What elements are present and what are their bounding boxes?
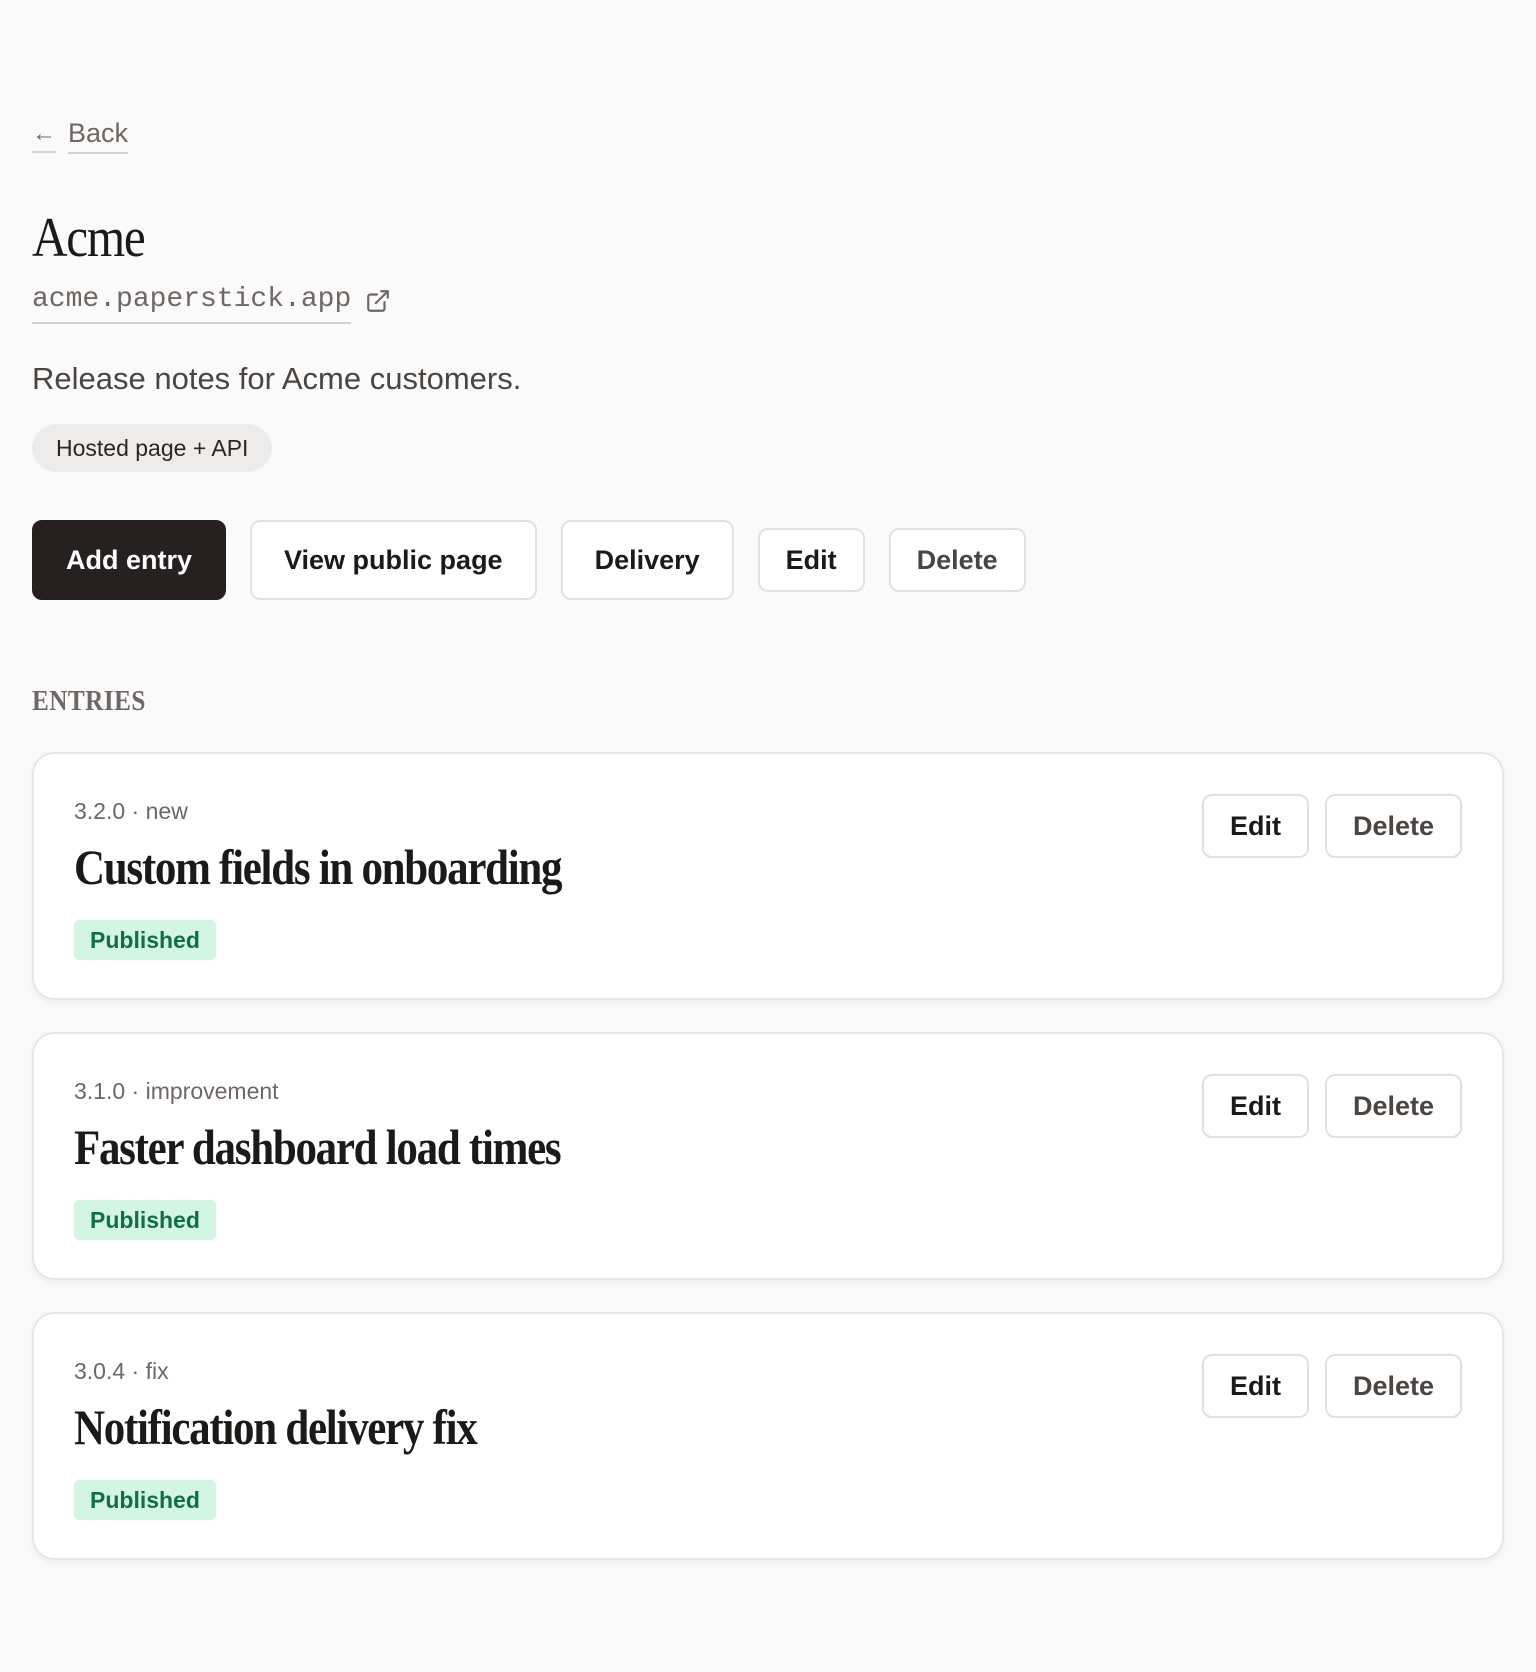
entry-title: Notification delivery fix: [74, 1399, 478, 1455]
arrow-left-icon: ←: [32, 121, 56, 153]
entry-delete-button[interactable]: Delete: [1324, 794, 1462, 858]
edit-site-button[interactable]: Edit: [757, 528, 865, 592]
external-link-icon[interactable]: [365, 288, 391, 314]
status-badge: Published: [74, 1480, 216, 1520]
meta-separator: ·: [125, 1078, 146, 1104]
entry-edit-button[interactable]: Edit: [1201, 1074, 1309, 1138]
entry-meta: 3.1.0 · improvement: [74, 1078, 279, 1105]
add-entry-button[interactable]: Add entry: [32, 520, 227, 600]
entry-card: 3.2.0 · new Custom fields in onboarding …: [32, 752, 1504, 1000]
entry-title: Faster dashboard load times: [74, 1119, 562, 1175]
entry-type: new: [145, 798, 188, 824]
back-label: Back: [68, 120, 129, 154]
entry-type: improvement: [145, 1078, 279, 1104]
entry-card: 3.0.4 · fix Notification delivery fix Pu…: [32, 1312, 1504, 1560]
entry-edit-button[interactable]: Edit: [1201, 1354, 1309, 1418]
entry-title: Custom fields in onboarding: [74, 839, 563, 895]
entry-version: 3.1.0: [74, 1078, 126, 1104]
entry-card: 3.1.0 · improvement Faster dashboard loa…: [32, 1032, 1504, 1280]
entry-delete-button[interactable]: Delete: [1324, 1354, 1462, 1418]
status-badge: Published: [74, 920, 216, 960]
entries-list: 3.2.0 · new Custom fields in onboarding …: [32, 752, 1504, 1592]
entry-version: 3.2.0: [74, 798, 126, 824]
entry-actions: Edit Delete: [1201, 1074, 1462, 1138]
domain-link[interactable]: acme.paperstick.app: [32, 286, 352, 324]
entry-actions: Edit Delete: [1201, 1354, 1462, 1418]
site-description: Release notes for Acme customers.: [32, 361, 522, 396]
entries-heading: ENTRIES: [32, 686, 146, 717]
mode-badge: Hosted page + API: [32, 424, 273, 472]
meta-separator: ·: [125, 798, 146, 824]
entry-version: 3.0.4: [74, 1358, 126, 1384]
entry-meta: 3.0.4 · fix: [74, 1358, 169, 1385]
entry-edit-button[interactable]: Edit: [1201, 794, 1309, 858]
page-title: Acme: [32, 207, 146, 269]
delete-site-button[interactable]: Delete: [888, 528, 1026, 592]
view-public-page-button[interactable]: View public page: [250, 520, 537, 600]
entry-meta: 3.2.0 · new: [74, 798, 188, 825]
entry-type: fix: [145, 1358, 169, 1384]
entry-actions: Edit Delete: [1201, 794, 1462, 858]
back-link[interactable]: ← Back: [32, 120, 129, 154]
domain-row: acme.paperstick.app: [32, 286, 391, 324]
entry-delete-button[interactable]: Delete: [1324, 1074, 1462, 1138]
meta-separator: ·: [125, 1358, 146, 1384]
action-toolbar: Add entry View public page Delivery Edit…: [32, 520, 1026, 600]
status-badge: Published: [74, 1200, 216, 1240]
delivery-button[interactable]: Delivery: [560, 520, 734, 600]
